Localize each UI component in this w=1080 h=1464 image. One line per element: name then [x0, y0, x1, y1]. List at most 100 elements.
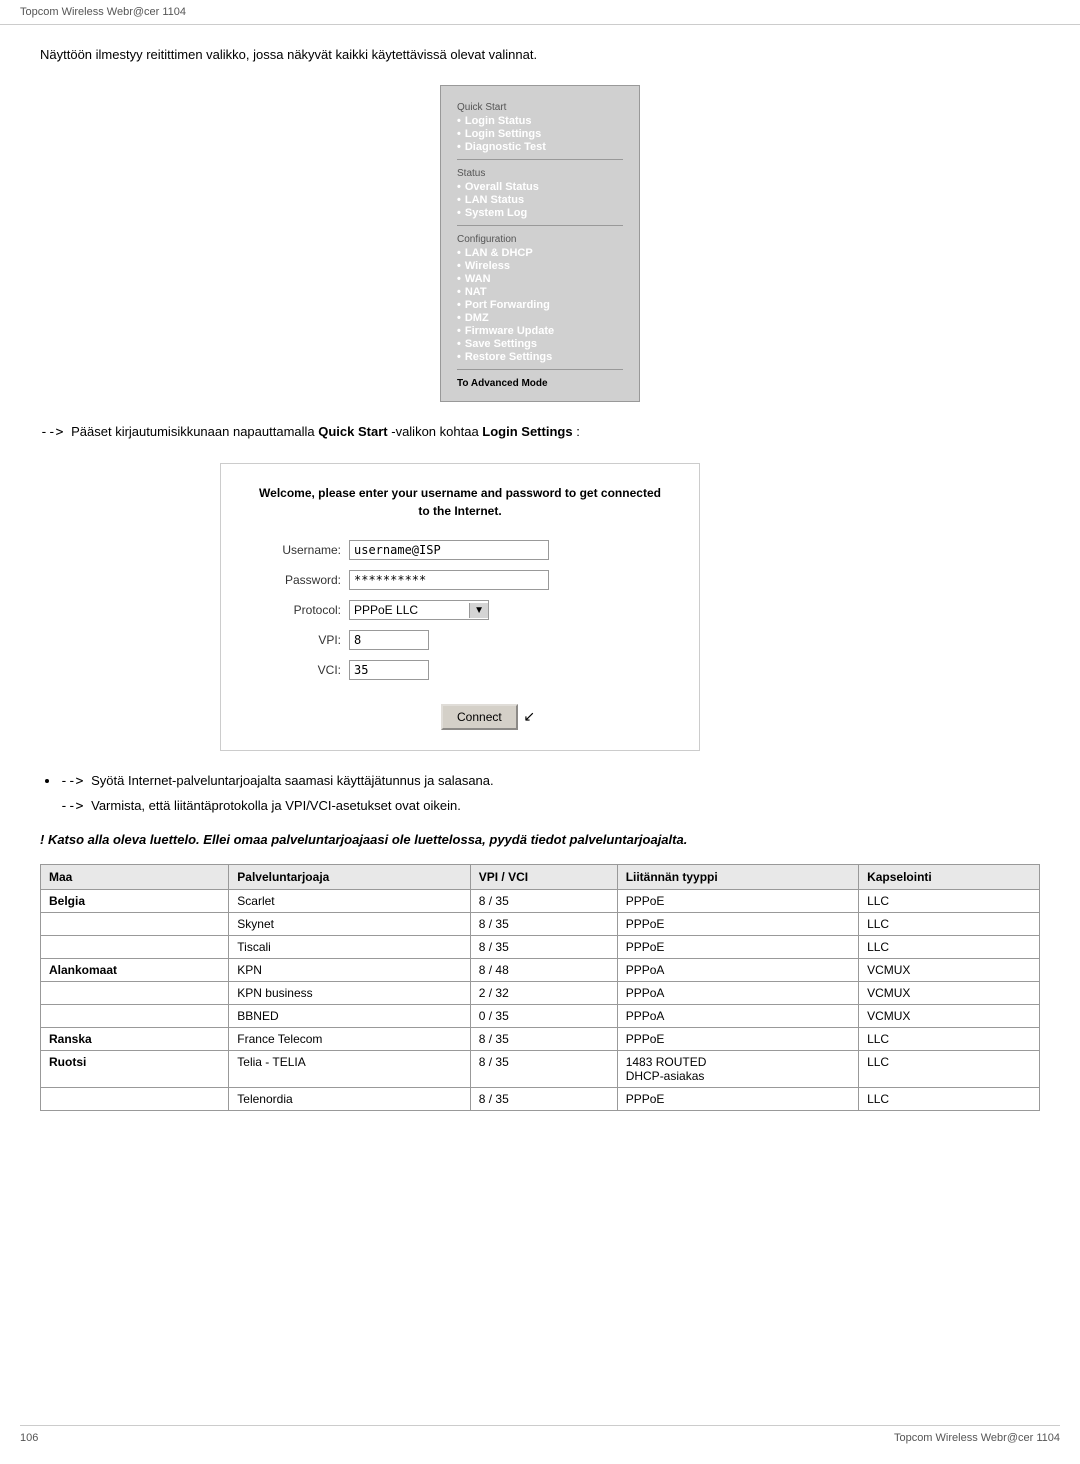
- cell-type: 1483 ROUTEDDHCP-asiakas: [617, 1050, 858, 1087]
- cursor-icon: ↙: [523, 708, 535, 725]
- cell-provider: BBNED: [229, 1004, 470, 1027]
- menu-item-wireless[interactable]: Wireless: [457, 260, 623, 272]
- cell-encap: LLC: [859, 889, 1040, 912]
- cell-vpi-vci: 2 / 32: [470, 981, 617, 1004]
- cell-country: Ruotsi: [41, 1050, 229, 1087]
- username-input[interactable]: [349, 540, 549, 560]
- configuration-header: Configuration: [457, 234, 623, 245]
- password-row: Password:: [251, 570, 669, 590]
- cell-encap: VCMUX: [859, 958, 1040, 981]
- password-label: Password:: [251, 573, 341, 587]
- cell-country: [41, 1004, 229, 1027]
- menu-item-save-settings[interactable]: Save Settings: [457, 338, 623, 350]
- cell-provider: KPN: [229, 958, 470, 981]
- table-row: AlankomaatKPN8 / 48PPPoAVCMUX: [41, 958, 1040, 981]
- protocol-select[interactable]: PPPoE LLC ▼: [349, 600, 489, 620]
- advanced-mode-link[interactable]: To Advanced Mode: [457, 378, 623, 389]
- cell-vpi-vci: 8 / 35: [470, 1050, 617, 1087]
- menu-item-login-settings[interactable]: Login Settings: [457, 128, 623, 140]
- instruction-bullets: --> Syötä Internet-palveluntarjoajalta s…: [60, 771, 1040, 816]
- quick-start-label: Quick Start: [318, 424, 387, 439]
- table-row: Telenordia8 / 35PPPoELLC: [41, 1087, 1040, 1110]
- quick-start-header: Quick Start: [457, 102, 623, 113]
- cell-type: PPPoA: [617, 1004, 858, 1027]
- cell-vpi-vci: 0 / 35: [470, 1004, 617, 1027]
- page-header: Topcom Wireless Webr@cer 1104: [0, 0, 1080, 25]
- menu-item-dmz[interactable]: DMZ: [457, 312, 623, 324]
- col-header-type: Liitännän tyyppi: [617, 864, 858, 889]
- vpi-input[interactable]: [349, 630, 429, 650]
- cell-vpi-vci: 8 / 48: [470, 958, 617, 981]
- menu-item-firmware-update[interactable]: Firmware Update: [457, 325, 623, 337]
- menu-item-wan[interactable]: WAN: [457, 273, 623, 285]
- router-menu: Quick Start Login Status Login Settings …: [440, 85, 640, 402]
- cell-country: Belgia: [41, 889, 229, 912]
- welcome-text: Welcome, please enter your username and …: [251, 484, 669, 520]
- menu-item-restore-settings[interactable]: Restore Settings: [457, 351, 623, 363]
- vci-row: VCI:: [251, 660, 669, 680]
- cell-encap: LLC: [859, 1050, 1040, 1087]
- bullet-text-2: Varmista, että liitäntäprotokolla ja VPI…: [91, 798, 461, 813]
- arrow-text-before: Pääset kirjautumisikkunaan napauttamalla: [71, 424, 318, 439]
- username-row: Username:: [251, 540, 669, 560]
- main-content: Näyttöön ilmestyy reitittimen valikko, j…: [0, 25, 1080, 1171]
- dropdown-arrow-icon[interactable]: ▼: [469, 603, 488, 618]
- bullet-item-2: --> Varmista, että liitäntäprotokolla ja…: [40, 796, 1040, 817]
- intro-paragraph: Näyttöön ilmestyy reitittimen valikko, j…: [40, 45, 1040, 65]
- login-settings-label: Login Settings: [482, 424, 572, 439]
- cell-provider: Telia - TELIA: [229, 1050, 470, 1087]
- col-header-encap: Kapselointi: [859, 864, 1040, 889]
- cell-country: [41, 981, 229, 1004]
- cell-type: PPPoE: [617, 1027, 858, 1050]
- cell-type: PPPoE: [617, 1087, 858, 1110]
- cell-country: [41, 1087, 229, 1110]
- table-row: RanskaFrance Telecom8 / 35PPPoELLC: [41, 1027, 1040, 1050]
- cell-vpi-vci: 8 / 35: [470, 889, 617, 912]
- vci-label: VCI:: [251, 663, 341, 677]
- vpi-label: VPI:: [251, 633, 341, 647]
- cell-country: Alankomaat: [41, 958, 229, 981]
- menu-item-system-log[interactable]: System Log: [457, 207, 623, 219]
- table-row: BBNED0 / 35PPPoAVCMUX: [41, 1004, 1040, 1027]
- arrow-instruction: --> Pääset kirjautumisikkunaan napauttam…: [40, 422, 1040, 444]
- arrow-text-end: :: [576, 424, 580, 439]
- bullet-text-1: Syötä Internet-palveluntarjoajalta saama…: [91, 773, 494, 788]
- table-row: BelgiaScarlet8 / 35PPPoELLC: [41, 889, 1040, 912]
- table-row: Skynet8 / 35PPPoELLC: [41, 912, 1040, 935]
- protocol-row: Protocol: PPPoE LLC ▼: [251, 600, 669, 620]
- cell-vpi-vci: 8 / 35: [470, 935, 617, 958]
- menu-item-port-forwarding[interactable]: Port Forwarding: [457, 299, 623, 311]
- menu-item-nat[interactable]: NAT: [457, 286, 623, 298]
- cell-encap: VCMUX: [859, 981, 1040, 1004]
- status-header: Status: [457, 168, 623, 179]
- arrow-prefix-1: -->: [40, 425, 63, 440]
- connect-row: Connect ↙: [341, 694, 669, 730]
- protocol-value: PPPoE LLC: [350, 601, 469, 619]
- cell-type: PPPoA: [617, 958, 858, 981]
- cell-type: PPPoA: [617, 981, 858, 1004]
- table-row: RuotsiTelia - TELIA8 / 351483 ROUTEDDHCP…: [41, 1050, 1040, 1087]
- cell-provider: France Telecom: [229, 1027, 470, 1050]
- isp-table: Maa Palveluntarjoaja VPI / VCI Liitännän…: [40, 864, 1040, 1111]
- col-header-vpi-vci: VPI / VCI: [470, 864, 617, 889]
- cell-encap: LLC: [859, 1027, 1040, 1050]
- menu-item-lan-status[interactable]: LAN Status: [457, 194, 623, 206]
- vci-input[interactable]: [349, 660, 429, 680]
- menu-image-area: Quick Start Login Status Login Settings …: [40, 85, 1040, 402]
- connect-button[interactable]: Connect: [441, 704, 518, 730]
- footer-page-number: 106: [20, 1432, 38, 1444]
- header-title: Topcom Wireless Webr@cer 1104: [20, 6, 186, 18]
- isp-table-body: BelgiaScarlet8 / 35PPPoELLCSkynet8 / 35P…: [41, 889, 1040, 1110]
- arrow-text-mid: -valikon kohtaa: [391, 424, 482, 439]
- password-input[interactable]: [349, 570, 549, 590]
- cell-encap: LLC: [859, 935, 1040, 958]
- protocol-label: Protocol:: [251, 603, 341, 617]
- col-header-provider: Palveluntarjoaja: [229, 864, 470, 889]
- menu-item-lan-dhcp[interactable]: LAN & DHCP: [457, 247, 623, 259]
- table-header-row: Maa Palveluntarjoaja VPI / VCI Liitännän…: [41, 864, 1040, 889]
- menu-item-login-status[interactable]: Login Status: [457, 115, 623, 127]
- cell-provider: Telenordia: [229, 1087, 470, 1110]
- menu-item-diagnostic-test[interactable]: Diagnostic Test: [457, 141, 623, 153]
- menu-item-overall-status[interactable]: Overall Status: [457, 181, 623, 193]
- cell-provider: Scarlet: [229, 889, 470, 912]
